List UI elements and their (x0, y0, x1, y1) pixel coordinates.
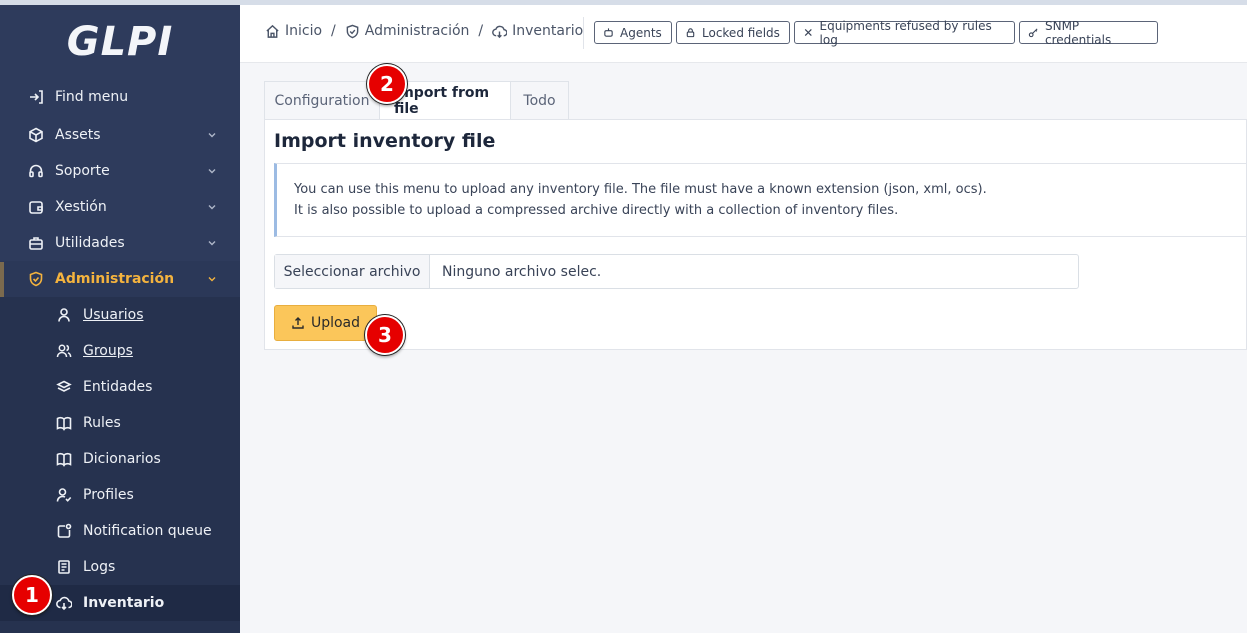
agents-button[interactable]: Agents (594, 21, 672, 44)
sidebar-subitem-label: Profiles (83, 487, 134, 503)
breadcrumb-administracion[interactable]: Administración (345, 23, 470, 39)
book-icon (56, 453, 72, 467)
step-marker-1: 1 (12, 575, 52, 615)
home-icon (266, 24, 279, 38)
sidebar-item-label: Utilidades (55, 235, 125, 251)
chevron-down-icon (208, 241, 216, 246)
sidebar-item-label: Find menu (55, 89, 129, 105)
choose-file-button[interactable]: Seleccionar archivo (275, 255, 430, 288)
info-alert: You can use this menu to upload any inve… (274, 163, 1247, 237)
notification-icon (57, 523, 72, 538)
upload-button-label: Upload (310, 315, 361, 331)
sidebar-subitem-label: Groups (83, 343, 133, 359)
book-icon (56, 417, 72, 431)
sidebar-item-xestion[interactable]: Xestión (0, 189, 240, 225)
sidebar-item-label: Soporte (55, 163, 110, 179)
tab-label: Todo (523, 92, 556, 109)
shield-check-icon (346, 24, 359, 38)
refused-equipments-log-button-label: Equipments refused by rules log (819, 18, 992, 47)
sidebar-subitem-label: Inventario (83, 595, 165, 611)
sidebar-subitem-profiles[interactable]: Profiles (0, 477, 240, 513)
chevron-down-icon (208, 277, 216, 282)
users-icon (56, 344, 72, 358)
breadcrumb-separator: / (331, 23, 336, 39)
user-check-icon (56, 488, 72, 502)
chevron-down-icon (208, 169, 216, 174)
sidebar-item-utilidades[interactable]: Utilidades (0, 225, 240, 261)
refused-equipments-log-button[interactable]: Equipments refused by rules log (794, 18, 1015, 47)
breadcrumb-home-label: Inicio (285, 23, 323, 39)
sidebar-subitem-usuarios[interactable]: Usuarios (0, 297, 240, 333)
glpi-logo[interactable]: GLPI (0, 19, 240, 69)
sidebar-item-assets[interactable]: Assets (0, 117, 240, 153)
locked-fields-button[interactable]: Locked fields (676, 21, 790, 44)
headset-icon (29, 164, 43, 178)
sidebar-item-label: Administración (55, 271, 175, 287)
tab-todo[interactable]: Todo (510, 81, 569, 119)
sidebar-item-soporte[interactable]: Soporte (0, 153, 240, 189)
news-icon (58, 560, 70, 574)
sidebar-item-administracion[interactable]: Administración (0, 261, 240, 297)
sidebar-subitem-notification-queue[interactable]: Notification queue (0, 513, 240, 549)
breadcrumb-inventario[interactable]: Inventario (492, 23, 583, 39)
sidebar-subitem-entidades[interactable]: Entidades (0, 369, 240, 405)
locked-fields-button-label: Locked fields (702, 25, 780, 40)
robot-icon (604, 28, 613, 37)
sidebar-subitem-label: Dicionarios (83, 451, 161, 467)
file-name-display: Ninguno archivo selec. (442, 263, 602, 280)
sidebar-item-label: Assets (55, 127, 101, 143)
sidebar: GLPI Find menu Assets Soporte Xestión Ut… (0, 5, 240, 633)
step-marker-3: 3 (365, 315, 405, 355)
file-input[interactable]: Seleccionar archivo Ninguno archivo sele… (274, 254, 1079, 289)
x-icon (804, 29, 812, 36)
breadcrumb-separator: / (478, 23, 484, 39)
panel-title: Import inventory file (274, 130, 496, 152)
breadcrumb: Inicio / Administración / Inventario (265, 23, 583, 39)
lock-icon (686, 28, 695, 38)
sidebar-subitem-label: Notification queue (83, 523, 212, 539)
sidebar-subitem-label: Usuarios (83, 307, 144, 323)
step-marker-2: 2 (367, 64, 407, 104)
import-panel: Import inventory file You can use this m… (264, 119, 1247, 350)
cloud-download-icon (56, 596, 72, 611)
cloud-download-icon (492, 25, 508, 38)
alert-text-line-2: It is also possible to upload a compress… (294, 203, 899, 218)
tab-configuration[interactable]: Configuration (264, 81, 380, 119)
sidebar-subitem-label: Entidades (83, 379, 153, 395)
sidebar-item-label: Xestión (55, 199, 107, 215)
snmp-credentials-button[interactable]: SNMP credentials (1019, 18, 1158, 47)
header-divider (583, 17, 584, 49)
sidebar-subitem-dicionarios[interactable]: Dicionarios (0, 441, 240, 477)
active-indicator (0, 262, 4, 299)
key-icon (1028, 28, 1038, 38)
sidebar-subitem-groups[interactable]: Groups (0, 333, 240, 369)
briefcase-icon (29, 237, 43, 250)
upload-icon (292, 317, 304, 329)
cube-icon (29, 127, 43, 143)
user-icon (58, 308, 70, 322)
sidebar-subitem-label: Logs (83, 559, 116, 575)
sidebar-subitem-label: Rules (83, 415, 121, 431)
upload-button[interactable]: Upload (274, 305, 377, 341)
breadcrumb-home[interactable]: Inicio (265, 23, 322, 39)
sidebar-subitem-rules[interactable]: Rules (0, 405, 240, 441)
alert-text-line-1: You can use this menu to upload any inve… (294, 182, 987, 197)
agents-button-label: Agents (620, 25, 662, 40)
wallet-icon (29, 201, 43, 214)
top-header: Inicio / Administración / Inventario Age… (240, 5, 1247, 63)
tab-label: Configuration (274, 92, 370, 109)
breadcrumb-admin-label: Administración (364, 23, 470, 39)
chevron-down-icon (208, 133, 216, 138)
shield-check-icon (29, 271, 43, 287)
snmp-credentials-button-label: SNMP credentials (1044, 18, 1112, 47)
sidebar-item-find-menu[interactable]: Find menu (0, 79, 240, 115)
arrow-right-to-bracket-icon (30, 90, 43, 104)
chevron-down-icon (208, 205, 216, 210)
breadcrumb-inventory-label: Inventario (512, 23, 584, 39)
stack-icon (56, 380, 72, 392)
